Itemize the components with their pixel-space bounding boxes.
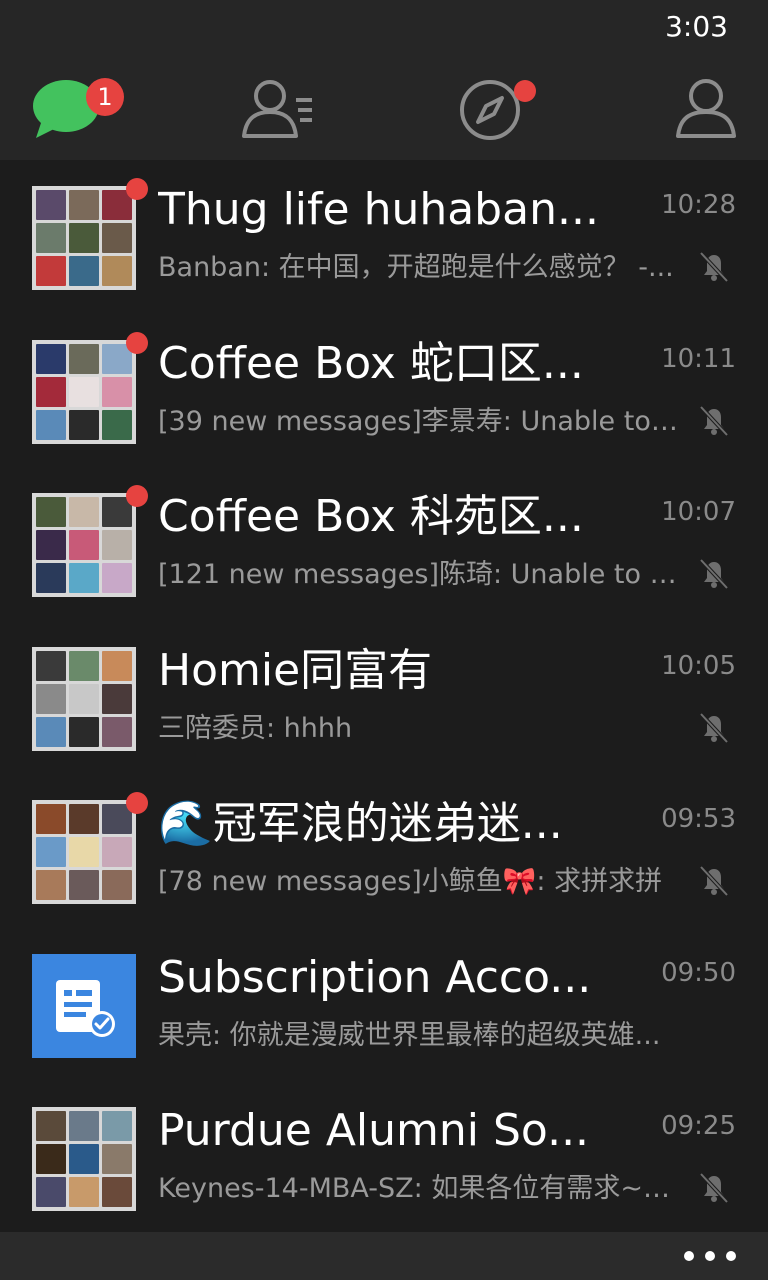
chats-unread-badge: 1 [86, 78, 124, 116]
profile-icon [676, 79, 736, 138]
mute-bell-icon [699, 1172, 729, 1204]
chat-title: Purdue Alumni So... [158, 1105, 590, 1156]
unread-dot [126, 178, 148, 200]
group-avatar [32, 1107, 136, 1211]
status-time: 3:03 [665, 10, 728, 43]
chat-preview: Keynes-14-MBA-SZ: 如果各位有需求~~... [158, 1173, 683, 1204]
mute-bell-icon [699, 865, 729, 897]
chat-title: Coffee Box 科苑区... [158, 491, 584, 542]
chat-preview: [39 new messages]李景寿: Unable to lo... [158, 405, 683, 437]
chat-time: 10:11 [661, 343, 736, 374]
subscription-avatar [32, 953, 136, 1058]
chat-time: 09:25 [661, 1111, 736, 1141]
unread-dot [126, 485, 148, 507]
chat-time: 10:28 [661, 190, 736, 220]
subscription-icon [56, 979, 115, 1037]
chat-preview: 三陪委员: hhhh [158, 712, 353, 744]
chat-title: Homie同富有 [158, 644, 433, 696]
chat-title: Subscription Acco... [158, 951, 592, 1003]
chat-title: 🌊冠军浪的迷弟迷... [158, 798, 563, 849]
chat-preview: [121 new messages]陈琦: Unable to load... [158, 559, 683, 590]
chat-title: Thug life huhaban... [158, 184, 599, 235]
mute-bell-icon [699, 405, 729, 436]
unread-dot [126, 792, 148, 814]
status-bar: 3:03 [0, 0, 768, 56]
chat-row[interactable]: Purdue Alumni So... 09:25 Keynes-14-MBA-… [0, 1081, 768, 1232]
chat-time: 10:07 [661, 497, 736, 527]
dot [684, 1251, 694, 1261]
chat-preview: 果壳: 你就是漫威世界里最棒的超级英雄... [158, 1019, 661, 1051]
chat-row[interactable]: 🌊冠军浪的迷弟迷... 09:53 [78 new messages]小鲸鱼🎀:… [0, 774, 768, 928]
nav-bar: 1 [0, 56, 768, 160]
mute-bell-icon [699, 558, 729, 590]
dot [726, 1251, 736, 1261]
mute-bell-icon [699, 712, 729, 743]
chat-list: Thug life huhaban... 10:28 Banban: 在中国，开… [0, 160, 768, 1232]
group-avatar [32, 186, 136, 290]
unread-dot [126, 331, 148, 354]
group-avatar [32, 493, 136, 597]
chat-time: 09:50 [661, 957, 736, 988]
more-ellipsis-icon[interactable] [684, 1240, 736, 1272]
chat-row[interactable]: Coffee Box 蛇口区... 10:11 [39 new messages… [0, 314, 768, 468]
chat-preview: Banban: 在中国，开超跑是什么感觉？ -... [158, 252, 674, 283]
tab-discover[interactable] [458, 72, 538, 144]
tab-me[interactable] [670, 72, 750, 144]
discover-notification-dot [514, 80, 536, 102]
chat-row[interactable]: Thug life huhaban... 10:28 Banban: 在中国，开… [0, 160, 768, 314]
chat-title: Coffee Box 蛇口区... [158, 337, 584, 389]
dot [705, 1251, 715, 1261]
app-bar [0, 1232, 768, 1280]
chat-row[interactable]: Coffee Box 科苑区... 10:07 [121 new message… [0, 467, 768, 621]
group-avatar [32, 800, 136, 904]
chat-time: 09:53 [661, 804, 736, 834]
contacts-icon [242, 80, 312, 138]
tab-contacts[interactable] [240, 72, 320, 144]
chat-time: 10:05 [661, 650, 736, 681]
group-avatar [32, 339, 136, 444]
mute-bell-icon [699, 251, 729, 283]
tab-chats[interactable]: 1 [32, 72, 124, 144]
chat-row[interactable]: Homie同富有 10:05 三陪委员: hhhh [0, 621, 768, 775]
chat-row-subscriptions[interactable]: Subscription Acco... 09:50 果壳: 你就是漫威世界里最… [0, 928, 768, 1082]
group-avatar [32, 646, 136, 751]
chat-preview: [78 new messages]小鲸鱼🎀: 求拼求拼 [158, 866, 663, 897]
